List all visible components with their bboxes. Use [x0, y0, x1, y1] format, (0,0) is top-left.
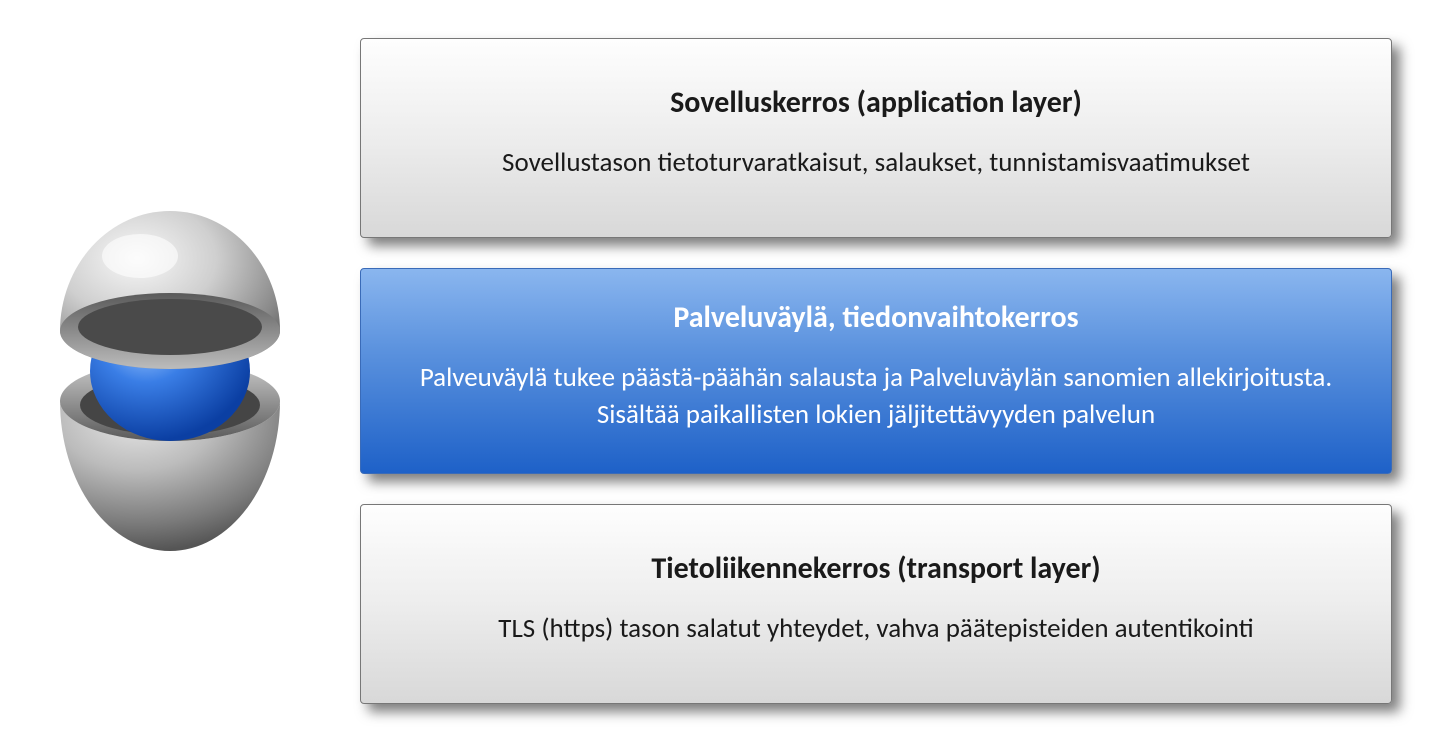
layer-description: Sovellustason tietoturvaratkaisut, salau… — [401, 145, 1351, 181]
layer-title: Sovelluskerros (application layer) — [401, 84, 1351, 121]
layer-transport: Tietoliikennekerros (transport layer) TL… — [360, 504, 1392, 704]
layers-column: Sovelluskerros (application layer) Sovel… — [360, 10, 1392, 732]
layer-description: TLS (https) tason salatut yhteydet, vahv… — [401, 611, 1351, 647]
layer-title: Palveluväylä, tiedonvaihtokerros — [401, 299, 1351, 336]
layer-application: Sovelluskerros (application layer) Sovel… — [360, 38, 1392, 238]
layer-description: Palveuväylä tukee päästä-päähän salausta… — [401, 360, 1351, 433]
layer-service-bus: Palveluväylä, tiedonvaihtokerros Palveuv… — [360, 268, 1392, 474]
sphere-column — [20, 10, 320, 732]
diagram-container: Sovelluskerros (application layer) Sovel… — [0, 0, 1432, 742]
layered-sphere-icon — [30, 191, 310, 551]
layer-title: Tietoliikennekerros (transport layer) — [401, 550, 1351, 587]
